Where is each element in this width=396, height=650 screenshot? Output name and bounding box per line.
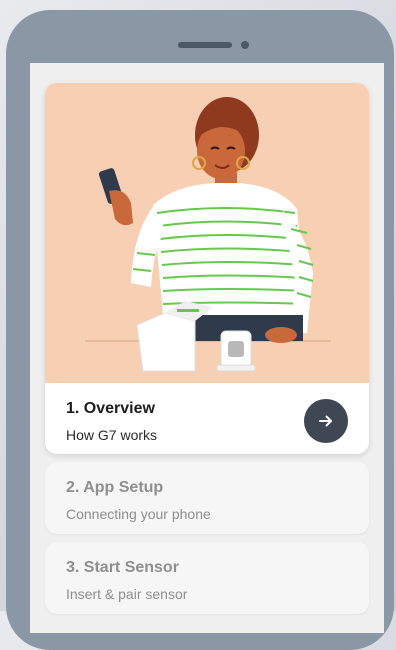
- step-card-app-setup[interactable]: 2. App Setup Connecting your phone: [45, 462, 369, 534]
- step-title: 2. App Setup: [66, 479, 164, 496]
- step-card-overview[interactable]: 1. Overview How G7 works: [45, 83, 369, 454]
- step-text-app-setup: 2. App Setup Connecting your phone: [66, 478, 211, 524]
- phone-camera: [241, 41, 249, 49]
- step-subtitle: Insert & pair sensor: [66, 586, 188, 602]
- next-button[interactable]: [304, 399, 348, 443]
- arrow-right-icon: [319, 415, 332, 427]
- step-title: 3. Start Sensor: [66, 559, 179, 576]
- step-title: 1. Overview: [66, 400, 155, 417]
- phone-speaker: [178, 42, 232, 48]
- step-text-start-sensor: 3. Start Sensor Insert & pair sensor: [66, 558, 187, 604]
- step-text-overview: 1. Overview How G7 works: [66, 399, 157, 445]
- step-subtitle: How G7 works: [66, 427, 158, 443]
- phone-frame: 1. Overview How G7 works 2. App Setup Co…: [6, 10, 394, 650]
- overview-illustration: [45, 83, 369, 383]
- step-card-start-sensor[interactable]: 3. Start Sensor Insert & pair sensor: [45, 542, 369, 614]
- app-screen: 1. Overview How G7 works 2. App Setup Co…: [30, 63, 384, 633]
- step-subtitle: Connecting your phone: [66, 506, 211, 522]
- woman-with-phone-illustration: [85, 97, 331, 372]
